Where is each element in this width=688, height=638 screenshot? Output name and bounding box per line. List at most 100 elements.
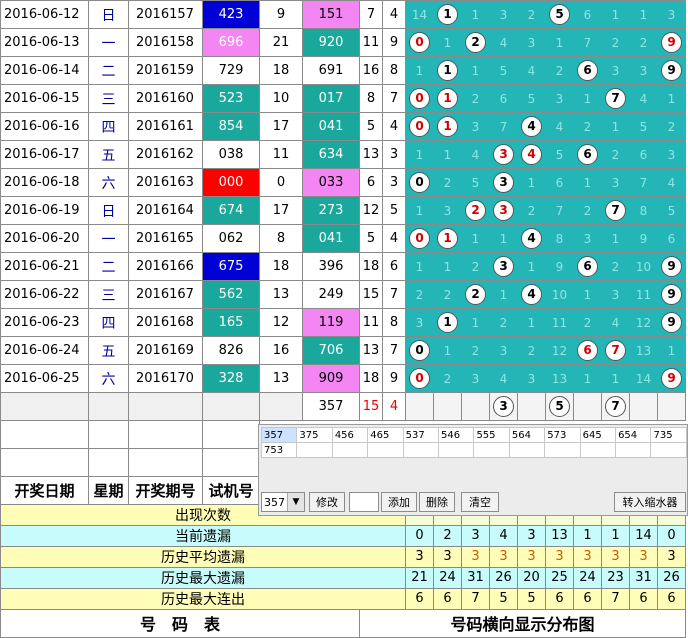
sum-value: 15 <box>359 392 383 421</box>
draw-date: 2016-06-23 <box>0 308 89 337</box>
sum-tail: 5 <box>382 196 406 225</box>
dist-cell-9: 9 <box>657 252 686 281</box>
dist-cell-2: 1 <box>461 308 490 337</box>
chevron-down-icon[interactable]: ▼ <box>287 493 304 511</box>
trial-number-option[interactable] <box>473 442 510 458</box>
trial-number-option[interactable]: 456 <box>331 427 369 443</box>
draw-result: 357 <box>302 392 360 421</box>
trial-number-option[interactable] <box>508 442 546 458</box>
trial-number-option[interactable] <box>438 442 475 458</box>
dist-cell-2: 2 <box>461 84 490 113</box>
weekday: 六 <box>88 168 129 197</box>
sum-tail: 9 <box>382 364 406 393</box>
trial-number-option[interactable]: 537 <box>402 427 440 443</box>
issue-number: 2016168 <box>128 308 203 337</box>
stat-value: 3 <box>517 545 546 568</box>
number-ball: 0 <box>409 88 430 109</box>
dist-cell-3: 6 <box>489 84 518 113</box>
delete-button[interactable]: 删除 <box>419 492 455 512</box>
trial-number-option[interactable] <box>331 442 369 458</box>
span-value: 17 <box>259 196 303 225</box>
trial-number-list[interactable]: 357 375 456 465 537 546 555 564 573 645 654 735 753 <box>260 427 687 458</box>
trial-number-option[interactable] <box>579 442 617 458</box>
span-value: 10 <box>259 84 303 113</box>
stat-value: 3 <box>573 545 602 568</box>
dist-cell-5: 4 <box>545 112 574 141</box>
trial-number-option[interactable] <box>650 442 687 458</box>
number-ball: 3 <box>493 172 514 193</box>
trial-number-option[interactable]: 753 <box>260 442 298 458</box>
dist-cell-3: 1 <box>489 224 518 253</box>
dist-cell-6: 1 <box>573 364 602 393</box>
empty-cell <box>259 392 303 421</box>
dist-cell-5: 7 <box>545 196 574 225</box>
weekday: 二 <box>88 252 129 281</box>
empty-cell <box>88 420 129 449</box>
dist-cell-7: 3 <box>601 168 630 197</box>
issue-number: 2016158 <box>128 28 203 57</box>
number-ball: 9 <box>661 32 682 53</box>
dist-cell-4: 4 <box>517 280 546 309</box>
stat-value: 5 <box>489 587 518 610</box>
trial-number-option[interactable] <box>402 442 440 458</box>
dist-cell-5: 2 <box>545 56 574 85</box>
trial-number-panel: 357 375 456 465 537 546 555 564 573 645 654 735 753 … <box>258 424 688 516</box>
draw-date: 2016-06-24 <box>0 336 89 365</box>
draw-result: 041 <box>302 112 360 141</box>
trial-number-option[interactable]: 573 <box>544 427 581 443</box>
draw-result: 033 <box>302 168 360 197</box>
number-ball: 7 <box>605 340 626 361</box>
dist-cell-2: 4 <box>461 140 490 169</box>
col-header-date: 开奖日期 <box>0 476 89 505</box>
number-ball: 4 <box>521 228 542 249</box>
number-ball: 9 <box>661 60 682 81</box>
stat-value: 0 <box>405 524 434 547</box>
dist-cell-8: 8 <box>629 196 658 225</box>
clear-button[interactable]: 清空 <box>461 492 499 512</box>
trial-number-option[interactable]: 654 <box>615 427 652 443</box>
trial-number-option[interactable]: 735 <box>650 427 687 443</box>
draw-date: 2016-06-15 <box>0 84 89 113</box>
empty-cell <box>0 392 89 421</box>
dist-cell-4: 2 <box>517 0 546 29</box>
trial-number-option[interactable]: 375 <box>296 427 333 443</box>
trial-number-option[interactable]: 564 <box>508 427 546 443</box>
number-select[interactable]: 357 ▼ <box>261 492 305 512</box>
stat-value: 6 <box>405 587 434 610</box>
table-row: 2016-06-25 六 2016170 328 13 909 18 9 0 2 3 4 3 13 1 1 14… <box>0 364 686 393</box>
trial-number-option[interactable] <box>544 442 581 458</box>
dist-cell-7: 7 <box>601 392 630 421</box>
number-input[interactable] <box>349 492 379 512</box>
dist-cell-6: 6 <box>573 336 602 365</box>
trial-number-option[interactable] <box>367 442 404 458</box>
issue-number: 2016167 <box>128 280 203 309</box>
number-select-value: 357 <box>264 496 285 509</box>
trial-number-option[interactable]: 546 <box>438 427 475 443</box>
trial-number-option[interactable] <box>615 442 652 458</box>
dist-cell-9: 1 <box>657 84 686 113</box>
dist-cell-2: 2 <box>461 196 490 225</box>
transfer-to-shrinker-button[interactable]: 转入缩水器 <box>614 492 686 512</box>
stat-value: 3 <box>461 545 490 568</box>
number-ball: 0 <box>409 228 430 249</box>
dist-cell-7: 1 <box>601 224 630 253</box>
dist-cell-8: 3 <box>629 56 658 85</box>
dist-cell-7: 3 <box>601 280 630 309</box>
draw-date: 2016-06-12 <box>0 0 89 29</box>
stat-value: 20 <box>517 566 546 589</box>
trial-number-option[interactable]: 357 <box>260 427 298 443</box>
stat-value: 3 <box>657 545 686 568</box>
table-row: 2016-06-12 日 2016157 423 9 151 7 4 14 1 1 3 2 5 6 1 1 3 <box>0 0 686 29</box>
add-button[interactable]: 添加 <box>381 492 417 512</box>
trial-number-option[interactable]: 555 <box>473 427 510 443</box>
trial-number-option[interactable] <box>296 442 333 458</box>
dist-cell-2: 3 <box>461 364 490 393</box>
trial-number-option[interactable]: 465 <box>367 427 404 443</box>
dist-cell-7: 2 <box>601 28 630 57</box>
table-row: 2016-06-22 三 2016167 562 13 249 15 7 2 2 2 1 4 10 1 3 11… <box>0 280 686 309</box>
dist-cell-7: 3 <box>601 56 630 85</box>
trial-number-option[interactable]: 645 <box>579 427 617 443</box>
table-row: 2016-06-23 四 2016168 165 12 119 11 8 3 1 1 2 1 11 2 4 12… <box>0 308 686 337</box>
modify-button[interactable]: 修改 <box>309 492 345 512</box>
stat-value: 2 <box>433 524 462 547</box>
